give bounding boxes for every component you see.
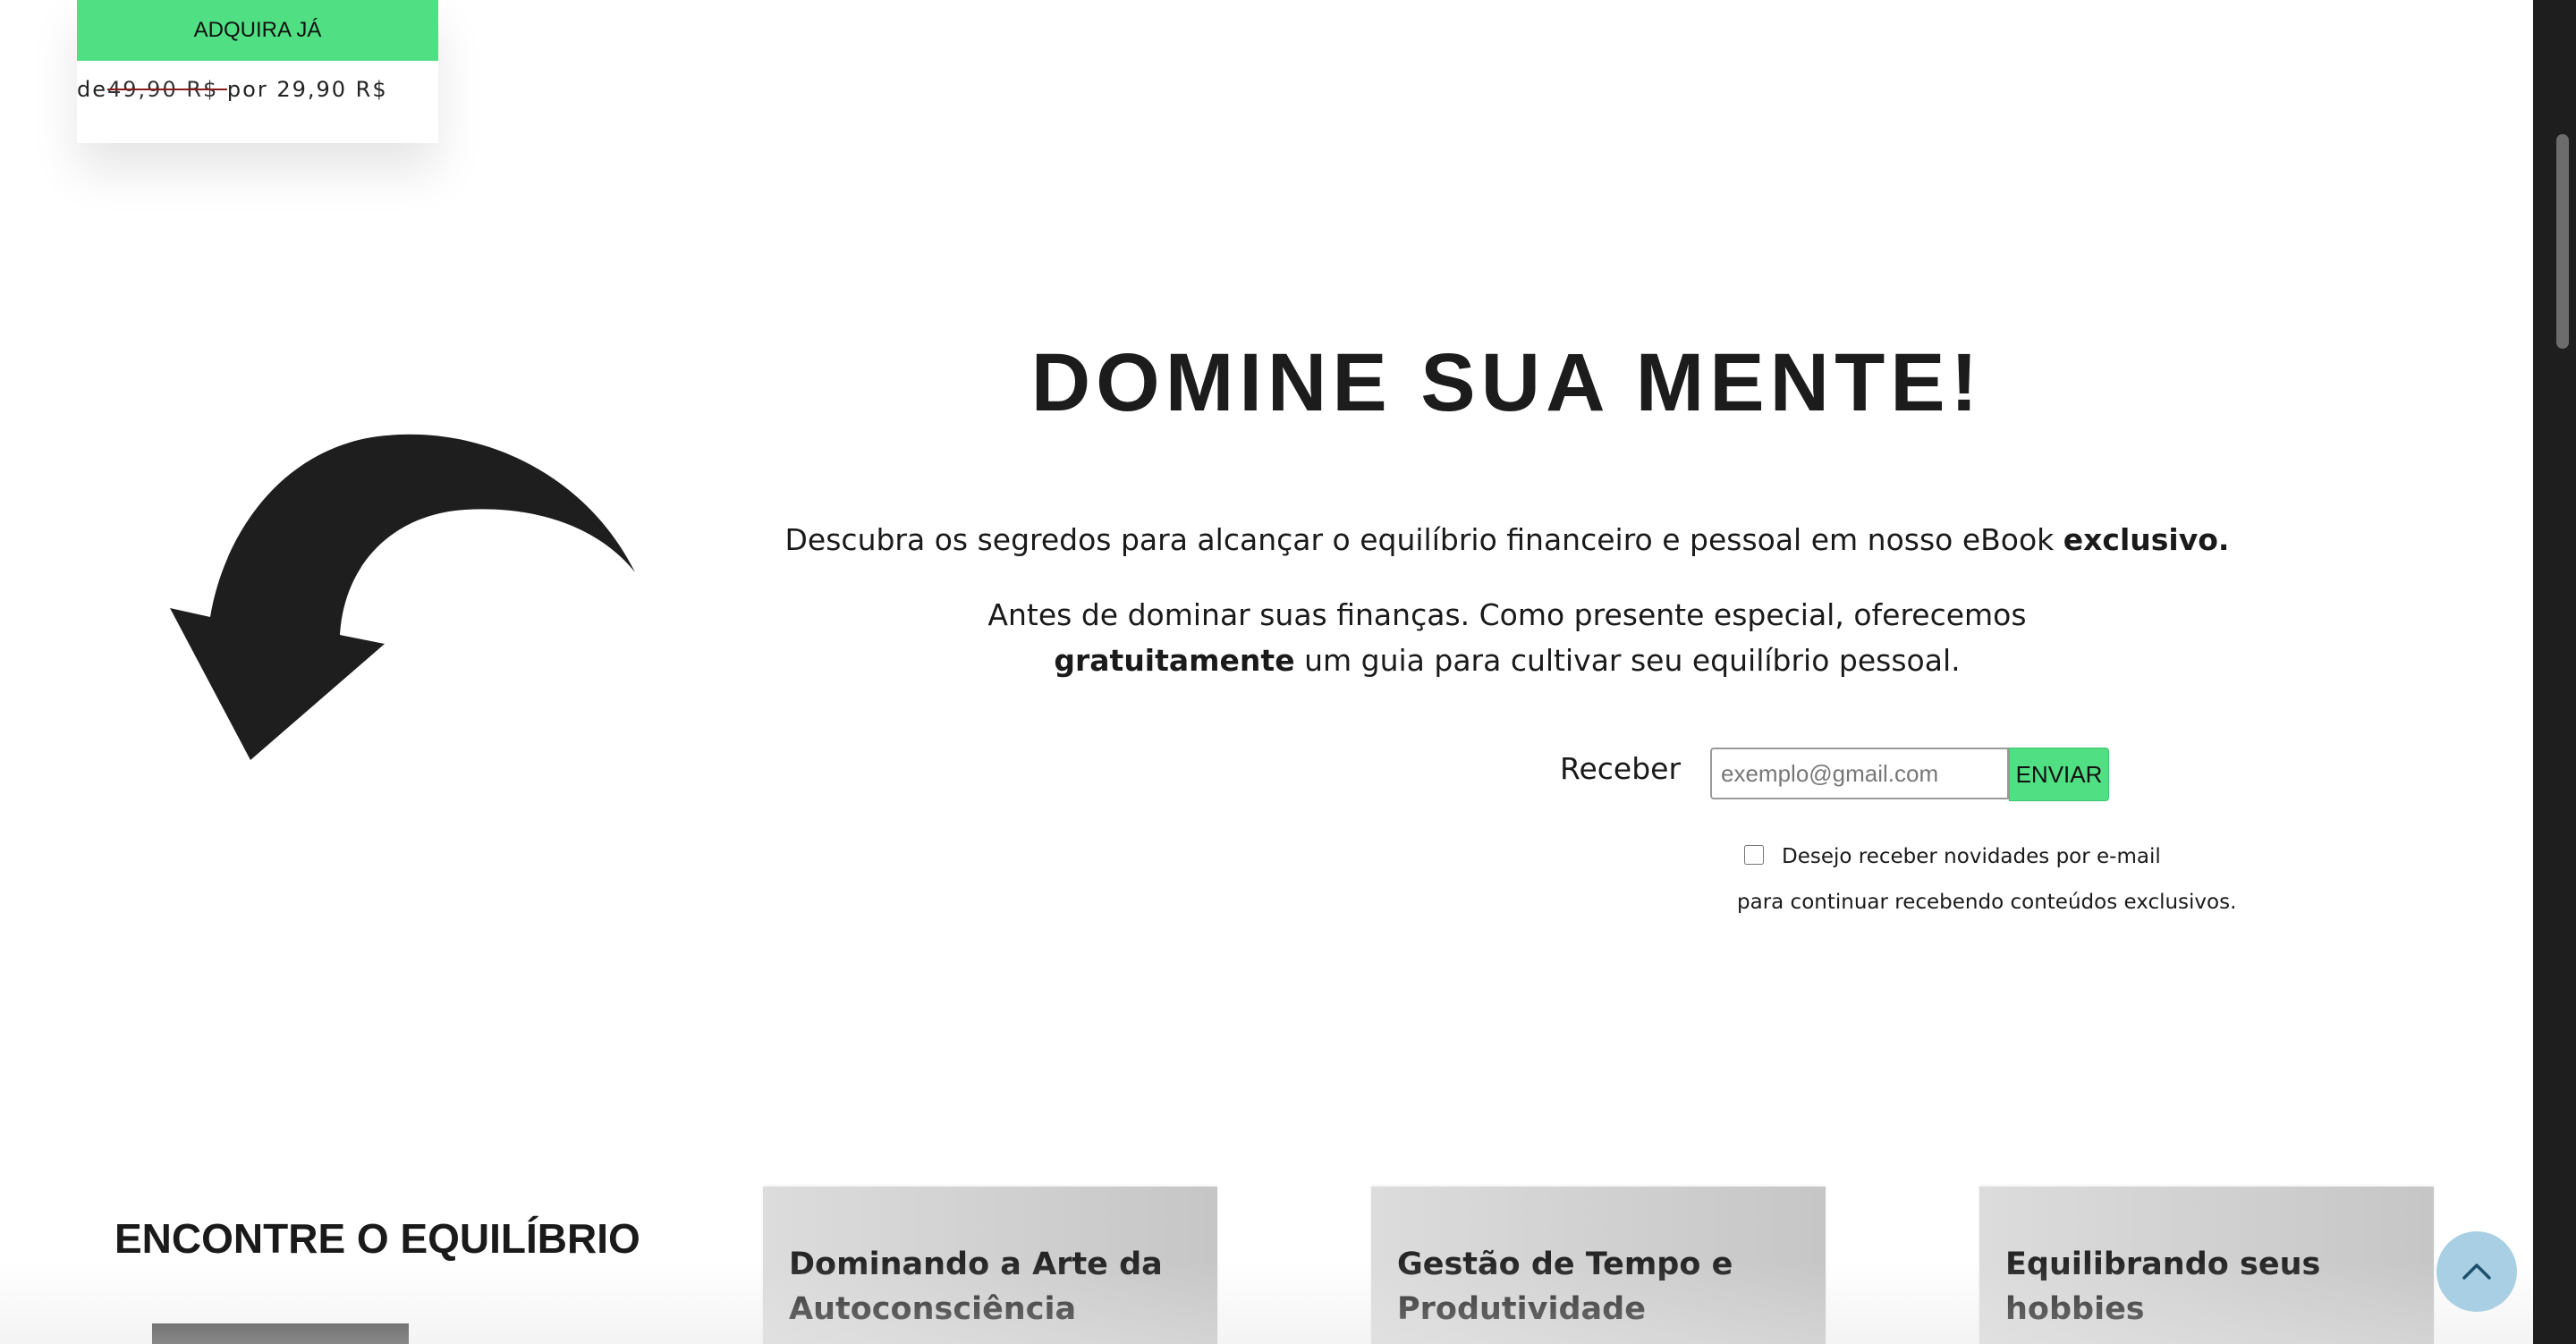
hero-description-bold: gratuitamente [1054,643,1295,678]
section-title: ENCONTRE O EQUILÍBRIO [114,1215,640,1262]
article-card-title: Gestão de Tempo e Produtividade [1397,1247,1733,1327]
article-card[interactable]: Equilibrando seus hobbies [1979,1187,2434,1344]
receive-label: Receber [1560,751,1682,786]
page-scrollbar[interactable] [2533,0,2576,1344]
page: ADQUIRA JÁ de49,90 R$ por 29,90 R$ DOMIN… [0,0,2533,1344]
hero-description-text-b: um guia para cultivar seu equilíbrio pes… [1294,643,1961,678]
newsletter-optin-label: Desejo receber novidades por e-mail [1782,845,2161,868]
curved-arrow-icon [170,434,635,760]
price-old: 49,90 R$ [107,77,227,102]
article-card[interactable]: Dominando a Arte da Autoconsciência [763,1187,1217,1344]
newsletter-optin-note: para continuar recebendo conteúdos exclu… [1737,891,2237,914]
hero-title: DOMINE SUA MENTE! [1030,337,1984,428]
hero-description-text-a: Antes de dominar suas finanças. Como pre… [987,597,2027,632]
hero-subtitle-text: Descubra os segredos para alcançar o equ… [784,522,2063,557]
email-input[interactable] [1710,748,2009,799]
book-cover-image [152,1323,409,1344]
hero-subtitle: Descubra os segredos para alcançar o equ… [769,517,2245,562]
article-card-title: Dominando a Arte da Autoconsciência [789,1247,1163,1327]
product-card: ADQUIRA JÁ de49,90 R$ por 29,90 R$ [77,0,438,143]
hero-description: Antes de dominar suas finanças. Como pre… [769,592,2245,683]
price-prefix: de [77,77,107,102]
article-card-title: Equilibrando seus hobbies [2005,1247,2321,1327]
back-to-top-button[interactable] [2436,1231,2517,1312]
hero-subtitle-bold: exclusivo. [2063,522,2230,557]
send-button[interactable]: ENVIAR [2009,748,2109,801]
article-card[interactable]: Gestão de Tempo e Produtividade [1371,1187,1826,1344]
price-new: por 29,90 R$ [226,77,388,102]
price-line: de49,90 R$ por 29,90 R$ [77,77,388,102]
page-scrollbar-thumb[interactable] [2556,134,2569,349]
newsletter-optin-checkbox[interactable] [1744,845,1764,865]
chevron-up-icon [2462,1264,2491,1280]
buy-now-button[interactable]: ADQUIRA JÁ [77,0,438,61]
